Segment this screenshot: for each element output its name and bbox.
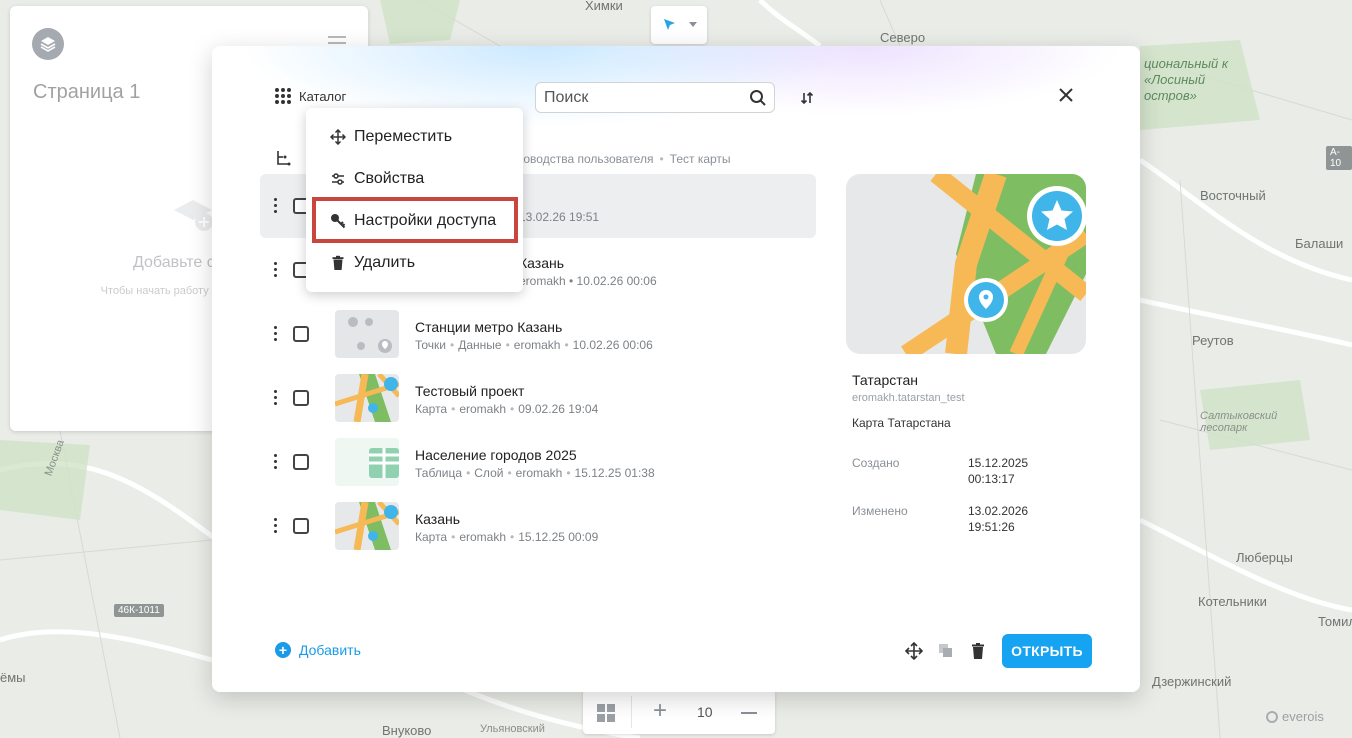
- item-name: Население городов 2025: [415, 447, 577, 463]
- highlight-annotation: [312, 197, 518, 243]
- modified-time: 19:51:26: [968, 520, 1015, 534]
- search-field: [535, 82, 775, 113]
- menu-item-label: Удалить: [354, 254, 416, 271]
- road-badge: 46К-1011: [114, 604, 164, 617]
- menu-item-label: Переместить: [354, 128, 453, 145]
- item-meta: Таблица • Слой • eromakh • 15.12.25 01:38: [415, 466, 655, 480]
- row-checkbox[interactable]: [293, 326, 309, 342]
- map-label: Химки: [585, 0, 623, 13]
- breadcrumb: уководства пользователя • Тест карты: [512, 152, 731, 166]
- preview-title: Татарстан: [852, 372, 919, 388]
- trash-icon: [332, 255, 344, 270]
- chevron-down-icon[interactable]: [689, 22, 697, 27]
- copy-icon[interactable]: [937, 642, 955, 660]
- close-icon[interactable]: [1059, 88, 1073, 102]
- item-meta: Карта • eromakh • 15.12.25 00:09: [415, 530, 599, 544]
- more-options-icon[interactable]: [271, 390, 279, 406]
- folder-tree-icon[interactable]: [275, 150, 291, 166]
- cursor-icon: [664, 19, 675, 30]
- more-options-icon[interactable]: [271, 262, 279, 278]
- add-button[interactable]: + Добавить: [275, 642, 361, 658]
- apps-grid-icon: [275, 88, 291, 104]
- list-item[interactable]: Тестовый проект Карта • eromakh • 09.02.26 1…: [260, 366, 816, 430]
- map-thumbnail: [335, 374, 399, 422]
- row-checkbox[interactable]: [293, 518, 309, 534]
- map-label: Восточный: [1200, 188, 1266, 203]
- menu-item-move[interactable]: Переместить: [306, 118, 523, 156]
- map-label: Реутов: [1192, 333, 1234, 348]
- list-item[interactable]: Население городов 2025 Таблица • Слой • erom…: [260, 430, 816, 494]
- map-label: Салтыковский лесопарк: [1200, 410, 1278, 434]
- menu-item-properties[interactable]: Свойства: [306, 160, 523, 198]
- map-label: Ульяновский: [480, 723, 545, 735]
- item-name: Казань: [415, 511, 461, 527]
- table-thumbnail: [335, 438, 399, 486]
- preview-description: Карта Татарстана: [852, 416, 951, 430]
- more-options-icon[interactable]: [271, 454, 279, 470]
- map-label: Люберцы: [1236, 550, 1293, 565]
- preview-id: eromakh.tatarstan_test: [852, 392, 965, 404]
- map-label: Томил: [1318, 614, 1352, 629]
- map-thumbnail: [335, 502, 399, 550]
- brand-icon: [1266, 710, 1278, 723]
- search-input[interactable]: [544, 88, 734, 107]
- zoom-level: 10: [697, 704, 713, 720]
- modified-date: 13.02.2026: [968, 504, 1029, 518]
- item-meta: Точки • Данные • eromakh • 10.02.26 00:06: [415, 338, 653, 352]
- brand-name: everois: [1282, 709, 1324, 724]
- list-item[interactable]: Казань Карта • eromakh • 15.12.25 00:09: [260, 494, 816, 558]
- grid-icon[interactable]: [597, 704, 615, 722]
- map-label: циональный к «Лосиный остров»: [1144, 56, 1228, 103]
- preview-thumbnail: [846, 174, 1086, 354]
- add-circle-icon: +: [275, 642, 291, 658]
- created-value: 15.12.2025 00:13:17: [968, 455, 1078, 487]
- map-label: Котельники: [1198, 594, 1267, 609]
- map-label: ёмы: [0, 670, 26, 685]
- map-label: Дзержинский: [1152, 674, 1232, 689]
- created-time: 00:13:17: [968, 472, 1015, 486]
- row-checkbox[interactable]: [293, 390, 309, 406]
- more-options-icon[interactable]: [271, 518, 279, 534]
- points-thumbnail: [335, 310, 399, 358]
- menu-item-delete[interactable]: Удалить: [306, 244, 523, 282]
- item-meta: Карта • eromakh • 09.02.26 19:04: [415, 402, 599, 416]
- search-icon[interactable]: [749, 89, 767, 107]
- created-date: 15.12.2025: [968, 456, 1029, 470]
- modified-value: 13.02.2026 19:51:26: [968, 503, 1078, 535]
- move-icon: [330, 129, 346, 145]
- sort-icon[interactable]: [800, 90, 814, 106]
- item-meta: 13.02.26 19:51: [519, 210, 600, 224]
- divider: [631, 696, 632, 728]
- menu-item-label: Свойства: [354, 170, 425, 187]
- breadcrumb-item[interactable]: уководства пользователя: [512, 152, 653, 166]
- map-label: Балаши: [1295, 236, 1344, 251]
- select-tool-button[interactable]: [651, 6, 707, 44]
- sliders-icon: [332, 173, 344, 185]
- created-label: Создано: [852, 456, 900, 470]
- catalog-button[interactable]: Каталог: [275, 88, 346, 104]
- item-meta: eromakh • 10.02.26 00:06: [519, 274, 657, 288]
- breadcrumb-item[interactable]: Тест карты: [670, 152, 731, 166]
- map-label: Внуково: [382, 723, 432, 738]
- more-options-icon[interactable]: [271, 198, 279, 214]
- breadcrumb-separator: •: [659, 152, 664, 166]
- add-label: Добавить: [299, 642, 361, 658]
- road-badge: A-10: [1326, 146, 1352, 170]
- open-button[interactable]: ОТКРЫТЬ: [1002, 634, 1092, 668]
- list-item[interactable]: Станции метро Казань Точки • Данные • eromak…: [260, 302, 816, 366]
- more-options-icon[interactable]: [271, 326, 279, 342]
- item-name: Станции метро Казань: [415, 319, 563, 335]
- item-name: Тестовый проект: [415, 383, 525, 399]
- map-zoom-toolbar: + 10: [583, 690, 775, 734]
- item-name: Казань: [519, 255, 565, 271]
- move-icon[interactable]: [905, 642, 923, 660]
- trash-icon[interactable]: [969, 642, 987, 660]
- row-checkbox[interactable]: [293, 454, 309, 470]
- zoom-out-button[interactable]: [741, 712, 757, 714]
- zoom-in-button[interactable]: +: [653, 699, 667, 723]
- catalog-label: Каталог: [299, 88, 347, 104]
- map-label: Северо: [880, 30, 926, 45]
- brand-logo: everois: [1266, 709, 1324, 724]
- modified-label: Изменено: [852, 504, 908, 518]
